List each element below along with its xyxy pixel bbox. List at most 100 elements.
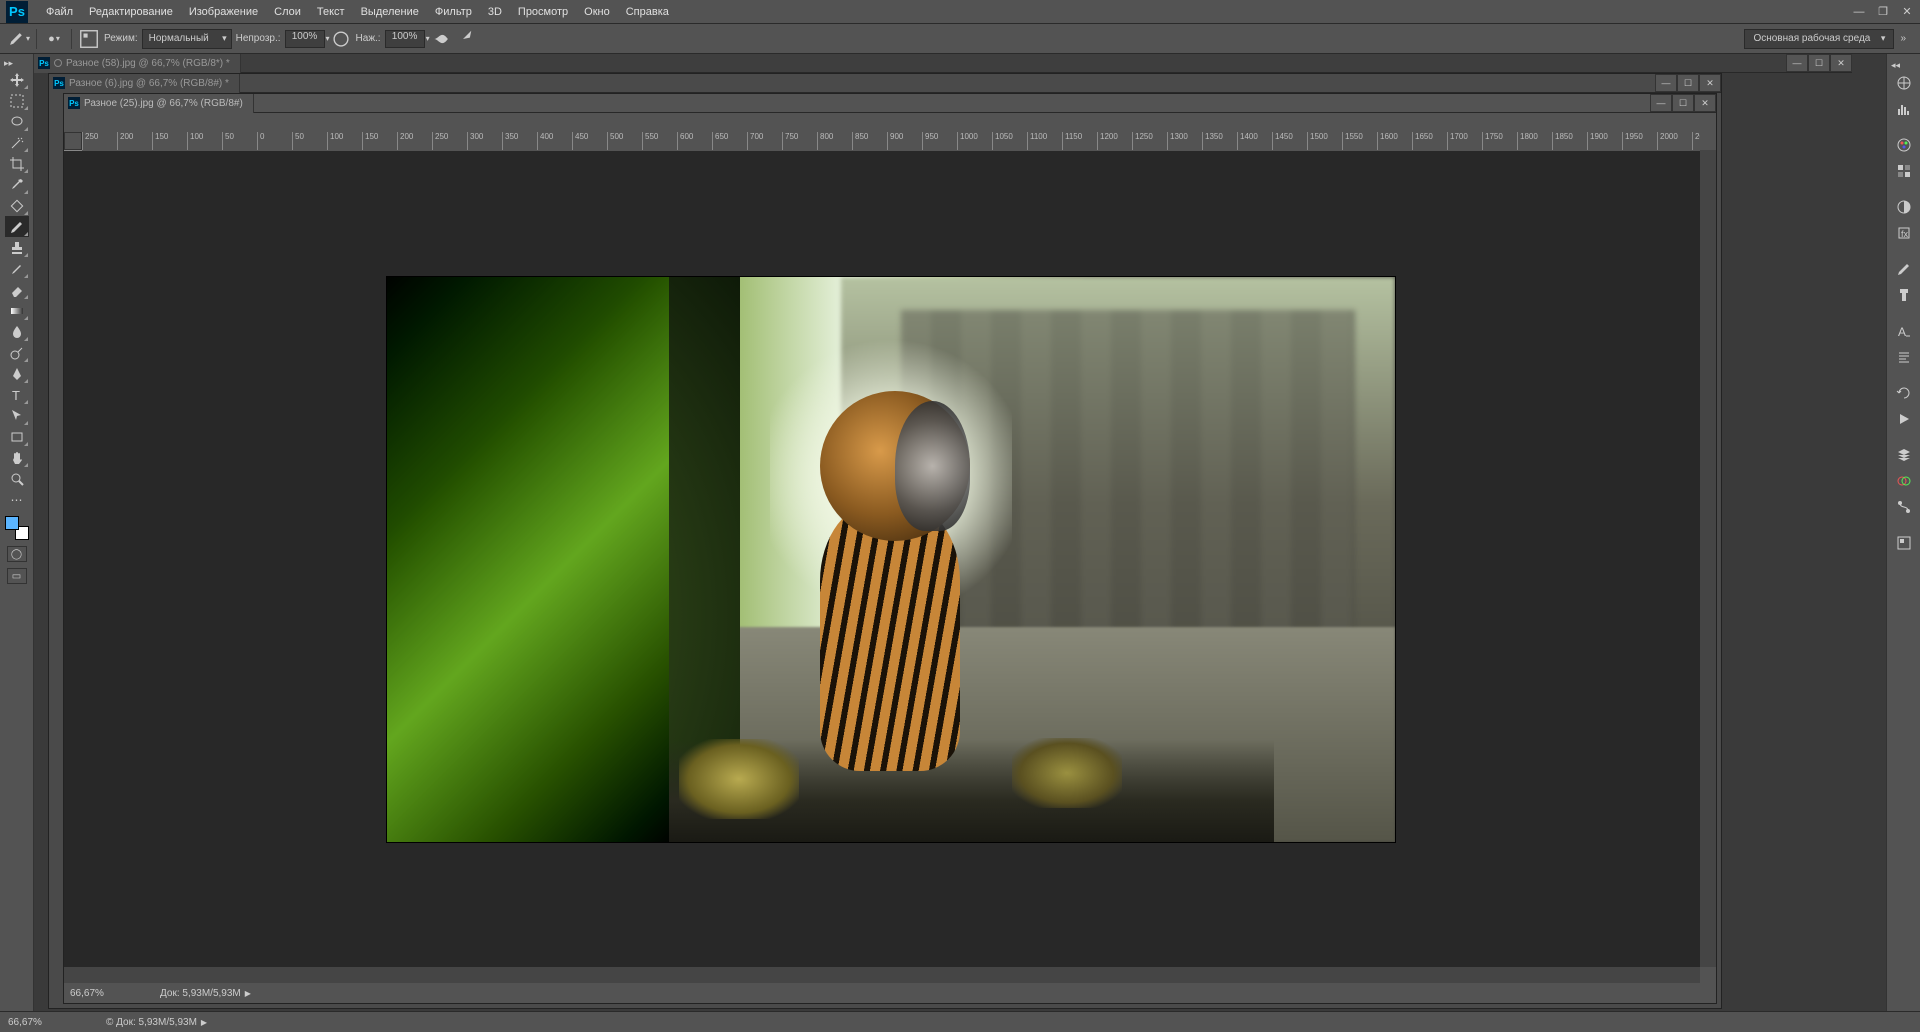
character-panel-icon[interactable]: A — [1892, 319, 1916, 343]
appstatus-menu-icon[interactable]: ▶ — [201, 1018, 207, 1027]
menu-filter[interactable]: Фильтр — [427, 6, 480, 18]
rectangle-tool[interactable] — [5, 426, 29, 447]
history-panel-icon[interactable] — [1892, 381, 1916, 405]
lasso-tool[interactable] — [5, 111, 29, 132]
layers-panel-icon[interactable] — [1892, 443, 1916, 467]
opacity-input[interactable]: 100% — [285, 30, 325, 48]
wand-tool[interactable] — [5, 132, 29, 153]
mode-select[interactable]: Нормальный — [142, 29, 232, 49]
workspace-select[interactable]: Основная рабочая среда — [1744, 29, 1894, 49]
pressure-size-icon[interactable] — [452, 28, 474, 50]
brush-preset-icon[interactable]: ●▾ — [43, 28, 65, 50]
path-select-tool[interactable] — [5, 405, 29, 426]
airbrush-icon[interactable] — [430, 28, 452, 50]
swatches-panel-icon[interactable] — [1892, 159, 1916, 183]
color-swatches[interactable] — [5, 516, 29, 540]
window-close[interactable]: ✕ — [1900, 5, 1914, 19]
doc2-close[interactable]: ✕ — [1694, 94, 1716, 112]
foreground-color[interactable] — [5, 516, 19, 530]
screenmode-button[interactable]: ▭ — [7, 568, 27, 584]
ps-file-icon: Ps — [53, 77, 65, 89]
navigator-icon[interactable] — [1892, 71, 1916, 95]
appstatus-zoom[interactable]: 66,67% — [8, 1017, 78, 1028]
doc2-minimize[interactable]: — — [1650, 94, 1672, 112]
marquee-tool[interactable] — [5, 90, 29, 111]
doc0-close[interactable]: ✕ — [1830, 54, 1852, 72]
paragraph-panel-icon[interactable] — [1892, 345, 1916, 369]
stamp-tool[interactable] — [5, 237, 29, 258]
flow-input[interactable]: 100% — [385, 30, 425, 48]
tab-doc-1[interactable]: Ps Разное (6).jpg @ 66,7% (RGB/8#) * — [49, 74, 240, 93]
ruler-horizontal[interactable]: 2502001501005005010015020025030035040045… — [82, 132, 1700, 150]
canvas[interactable] — [387, 277, 1395, 842]
tools-collapse-icon[interactable]: ▸▸ — [0, 58, 13, 69]
status-doc-size[interactable]: Док: 5,93M/5,93M — [160, 988, 241, 999]
gradient-tool[interactable] — [5, 300, 29, 321]
doc2-maximize[interactable]: ☐ — [1672, 94, 1694, 112]
menu-file[interactable]: Файл — [38, 6, 81, 18]
channels-panel-icon[interactable] — [1892, 469, 1916, 493]
status-zoom[interactable]: 66,67% — [70, 988, 140, 999]
menu-3d[interactable]: 3D — [480, 6, 510, 18]
eraser-tool[interactable] — [5, 279, 29, 300]
type-tool[interactable]: T — [5, 384, 29, 405]
eyedropper-tool[interactable] — [5, 174, 29, 195]
dodge-tool[interactable] — [5, 342, 29, 363]
healing-tool[interactable] — [5, 195, 29, 216]
histogram-icon[interactable] — [1892, 97, 1916, 121]
rightpanel-collapse-icon[interactable]: ◂◂ — [1887, 60, 1900, 71]
pen-tool[interactable] — [5, 363, 29, 384]
brush-tool[interactable] — [5, 216, 29, 237]
menu-view[interactable]: Просмотр — [510, 6, 576, 18]
quickmask-button[interactable]: ◯ — [7, 546, 27, 562]
doc1-minimize[interactable]: — — [1655, 74, 1677, 92]
status-menu-icon[interactable]: ▶ — [245, 989, 251, 998]
window-minimize[interactable]: — — [1852, 5, 1866, 19]
opacity-pressure-icon[interactable] — [330, 28, 352, 50]
actions-panel-icon[interactable] — [1892, 407, 1916, 431]
menu-edit[interactable]: Редактирование — [81, 6, 181, 18]
doc1-close[interactable]: ✕ — [1699, 74, 1721, 92]
paths-panel-icon[interactable] — [1892, 495, 1916, 519]
doc1-maximize[interactable]: ☐ — [1677, 74, 1699, 92]
brush-presets-panel-icon[interactable] — [1892, 283, 1916, 307]
tab-doc-2[interactable]: Ps Разное (25).jpg @ 66,7% (RGB/8#) — [64, 94, 254, 113]
menu-image[interactable]: Изображение — [181, 6, 266, 18]
ruler-origin[interactable] — [64, 132, 82, 150]
move-tool[interactable] — [5, 69, 29, 90]
right-gutter — [1852, 54, 1886, 1011]
color-panel-icon[interactable] — [1892, 133, 1916, 157]
canvas-viewport[interactable] — [64, 151, 1700, 967]
zoom-tool[interactable] — [5, 468, 29, 489]
adjustments-panel-icon[interactable] — [1892, 195, 1916, 219]
collapse-panels-icon[interactable]: » — [1894, 33, 1912, 44]
menu-bar: Ps Файл Редактирование Изображение Слои … — [0, 0, 1920, 24]
doc0-minimize[interactable]: — — [1786, 54, 1808, 72]
hand-tool[interactable] — [5, 447, 29, 468]
styles-panel-icon[interactable]: fx — [1892, 221, 1916, 245]
blur-tool[interactable] — [5, 321, 29, 342]
crop-tool[interactable] — [5, 153, 29, 174]
tab-doc-0[interactable]: Ps Разное (58).jpg @ 66,7% (RGB/8*) * — [34, 54, 241, 73]
menu-help[interactable]: Справка — [618, 6, 677, 18]
tabbar-mid: Ps Разное (6).jpg @ 66,7% (RGB/8#) * — ☐… — [49, 74, 1721, 93]
flow-label: Наж.: — [356, 33, 381, 44]
doc0-maximize[interactable]: ☐ — [1808, 54, 1830, 72]
window-maximize[interactable]: ❐ — [1876, 5, 1890, 19]
scrollbar-vertical[interactable] — [1700, 150, 1716, 967]
mode-label: Режим: — [104, 33, 138, 44]
edit-toolbar[interactable]: ⋯ — [5, 489, 29, 510]
brush-panel-icon[interactable] — [78, 28, 100, 50]
scrollbar-horizontal[interactable] — [64, 967, 1700, 983]
tabbar-inner: Ps Разное (25).jpg @ 66,7% (RGB/8#) — ☐ … — [64, 94, 1716, 113]
appstatus-doc-size[interactable]: Док: 5,93M/5,93M — [116, 1017, 197, 1028]
brush-tool-icon[interactable]: ▾ — [8, 28, 30, 50]
menu-type[interactable]: Текст — [309, 6, 353, 18]
history-brush-tool[interactable] — [5, 258, 29, 279]
menu-layer[interactable]: Слои — [266, 6, 309, 18]
menu-select[interactable]: Выделение — [353, 6, 427, 18]
svg-text:fx: fx — [1901, 229, 1909, 239]
menu-window[interactable]: Окно — [576, 6, 618, 18]
properties-panel-icon[interactable] — [1892, 531, 1916, 555]
brush-panel-icon-r[interactable] — [1892, 257, 1916, 281]
